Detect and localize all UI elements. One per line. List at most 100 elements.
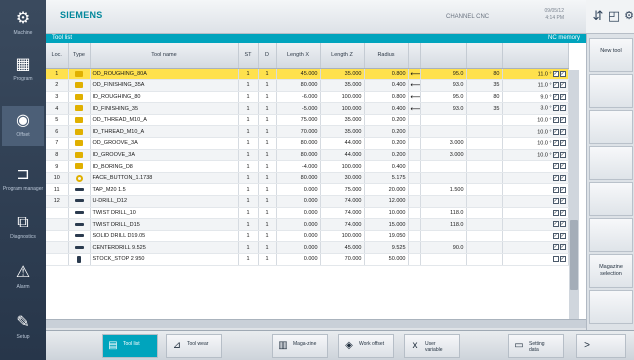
table-row[interactable]: CENTERDRILL 9.525 1 1 0.000 45.000 9.525 90.0 … <box>46 241 569 254</box>
column-header[interactable]: Tool name <box>90 43 239 69</box>
softkey-empty[interactable] <box>589 74 633 108</box>
coolant-2-checkbox[interactable]: ✓ <box>559 70 566 77</box>
coolant-1-checkbox[interactable]: ✓ <box>552 174 559 181</box>
table-row[interactable]: 12 U-DRILL_D12 1 1 0.000 74.000 12.000 ✓ ✓ <box>46 195 569 208</box>
coolant-1-checkbox[interactable]: ✓ <box>552 93 559 100</box>
softkey-label: Tool wear <box>187 341 209 347</box>
softkey-maga-zine[interactable]: ▥ Maga-zine <box>272 334 328 358</box>
softkey-empty[interactable] <box>589 146 633 180</box>
softkey-tool-wear[interactable]: ⊿ Tool wear <box>166 334 222 358</box>
table-row[interactable]: 10 FACE_BUTTON_1.1738 1 1 80.000 30.000 5.175 … <box>46 172 569 185</box>
coolant-1-checkbox[interactable]: ✓ <box>552 221 559 228</box>
channel-switch-icon[interactable]: ⇵ <box>590 6 606 26</box>
column-header[interactable]: Type <box>68 43 91 69</box>
sidebar-item-diagnostics[interactable]: ⧉ Diagnostics <box>2 208 44 248</box>
softkey-empty[interactable] <box>589 218 633 252</box>
coolant-1-checkbox[interactable]: ✓ <box>552 232 559 239</box>
coolant-1-checkbox[interactable]: ✓ <box>552 198 559 205</box>
coolant-2-checkbox[interactable]: ✓ <box>559 93 566 100</box>
coolant-2-checkbox[interactable]: ✓ <box>559 140 566 147</box>
table-row[interactable]: STOCK_STOP 2 950 1 1 0.000 70.000 50.000 ✓ <box>46 253 569 266</box>
column-header[interactable] <box>408 43 421 69</box>
coolant-2-checkbox[interactable]: ✓ <box>559 244 566 251</box>
coolant-2-checkbox[interactable]: ✓ <box>559 128 566 135</box>
coolant-1-checkbox[interactable]: ✓ <box>552 70 559 77</box>
sidebar-item-program[interactable]: ▦ Program <box>2 50 44 90</box>
column-header[interactable]: D <box>258 43 277 69</box>
table-row[interactable]: SOLID DRILL D19.05 1 1 0.000 100.000 19.050 ✓… <box>46 230 569 243</box>
coolant-2-checkbox[interactable]: ✓ <box>559 151 566 158</box>
coolant-2-checkbox[interactable]: ✓ <box>559 116 566 123</box>
settings-gear-icon[interactable]: ⚙ <box>621 6 634 26</box>
softkey-empty[interactable] <box>589 110 633 144</box>
type-cell <box>68 102 91 115</box>
table-row[interactable]: 3 ID_ROUGHING_80 1 1 -6.000 100.000 0.800 ⟵ 95.0… <box>46 91 569 104</box>
radius-cell: 0.400 <box>364 160 409 173</box>
table-row[interactable]: TWIST DRILL_D15 1 1 0.000 74.000 15.000 118.0 … <box>46 218 569 231</box>
table-row[interactable]: 8 ID_GROOVE_3A 1 1 80.000 44.000 0.200 3.000 10.… <box>46 149 569 162</box>
softkey-tool-list[interactable]: ▤ Tool list <box>102 334 158 358</box>
table-row[interactable]: TWIST DRILL_10 1 1 0.000 74.000 10.000 118.0 ✓… <box>46 207 569 220</box>
coolant-2-checkbox[interactable]: ✓ <box>559 82 566 89</box>
column-header[interactable] <box>420 43 467 69</box>
coolant-2-checkbox[interactable]: ✓ <box>559 232 566 239</box>
softkey-magazine-selection[interactable]: Magazine selection <box>589 254 633 288</box>
column-header[interactable]: Loc. <box>46 43 69 69</box>
type-cell <box>68 125 91 139</box>
softkey-next[interactable]: > <box>576 334 626 358</box>
radius-cell: 15.000 <box>364 218 409 231</box>
coolant-2-checkbox[interactable]: ✓ <box>559 105 566 112</box>
coolant-2-checkbox[interactable]: ✓ <box>559 256 566 263</box>
coolant-2-checkbox[interactable]: ✓ <box>559 186 566 193</box>
coolant-1-checkbox[interactable]: ✓ <box>552 244 559 251</box>
softkey-empty[interactable] <box>589 290 633 324</box>
sidebar-item-offset[interactable]: ◉ Offset <box>2 106 44 146</box>
sidebar-item-machine[interactable]: ⚙ Machine <box>2 4 44 44</box>
coolant-1-checkbox[interactable]: ✓ <box>552 163 559 170</box>
coolant-1-checkbox[interactable]: ✓ <box>552 209 559 216</box>
column-header[interactable]: Length X <box>276 43 321 69</box>
length-x-cell: 0.000 <box>276 195 321 208</box>
table-row[interactable]: 6 ID_THREAD_M10_A 1 1 70.000 35.000 0.200 10.0 … <box>46 125 569 139</box>
vertical-scrollbar[interactable] <box>569 70 579 319</box>
coolant-1-checkbox[interactable]: ✓ <box>552 82 559 89</box>
column-header[interactable]: Radius <box>364 43 409 69</box>
insert-angle-cell <box>466 207 503 220</box>
column-header[interactable] <box>502 43 569 69</box>
coolant-2-checkbox[interactable]: ✓ <box>559 174 566 181</box>
coolant-1-checkbox[interactable] <box>552 256 559 263</box>
column-header[interactable] <box>466 43 503 69</box>
table-row[interactable]: 2 OD_FINISHING_35A 1 1 80.000 35.000 0.400 ⟵ 93.… <box>46 79 569 92</box>
softkey-user-variable[interactable]: x User variable <box>404 334 460 358</box>
coolant-2-checkbox[interactable]: ✓ <box>559 198 566 205</box>
column-header[interactable]: Length Z <box>320 43 365 69</box>
softkey-empty[interactable] <box>589 182 633 216</box>
coolant-2-checkbox[interactable]: ✓ <box>559 163 566 170</box>
window-icon[interactable]: ◰ <box>606 6 622 26</box>
coolant-1-checkbox[interactable]: ✓ <box>552 105 559 112</box>
coolant-1-checkbox[interactable]: ✓ <box>552 116 559 123</box>
coolant-2-checkbox[interactable]: ✓ <box>559 221 566 228</box>
table-row[interactable]: 11 TAP_M20 1.5 1 1 0.000 75.000 20.000 1.500 ✓ ✓ <box>46 183 569 197</box>
coolant-1-checkbox[interactable]: ✓ <box>552 151 559 158</box>
tool-list-table-area: Loc. Type Tool name ST D Length X Length Z Radi… <box>46 43 586 319</box>
softkey-setting-data[interactable]: ▭ Setting data <box>508 334 564 358</box>
softkey-work-offset[interactable]: ◈ Work offset <box>338 334 394 358</box>
table-row[interactable]: 4 ID_FINISHING_35 1 1 -5.000 100.000 0.400 ⟵ 93.… <box>46 102 569 115</box>
softkey-new-tool[interactable]: New tool <box>589 38 633 72</box>
sidebar-item-program-manager[interactable]: ⊐ Program manager <box>2 160 44 200</box>
sidebar-item-setup[interactable]: ✎ Setup <box>2 308 44 348</box>
scrollbar-thumb[interactable] <box>570 220 578 290</box>
sidebar-item-alarm[interactable]: ⚠ Alarm <box>2 258 44 298</box>
coolant-1-checkbox[interactable]: ✓ <box>552 186 559 193</box>
table-row[interactable]: 5 OD_THREAD_M10_A 1 1 75.000 35.000 0.200 10.0 … <box>46 114 569 127</box>
edge-number-cell: 1 <box>258 183 277 197</box>
coolant-1-checkbox[interactable]: ✓ <box>552 128 559 135</box>
table-row[interactable]: 7 OD_GROOVE_3A 1 1 80.000 44.000 0.200 3.000 10.… <box>46 137 569 150</box>
table-row[interactable]: 1 OD_ROUGHING_80A 1 1 45.000 35.000 0.800 ⟵ 95.0… <box>46 68 569 81</box>
table-row[interactable]: 9 ID_BORING_D8 1 1 -4.000 100.000 0.400 ✓ ✓ <box>46 160 569 173</box>
coolant-1-checkbox[interactable]: ✓ <box>552 140 559 147</box>
column-header[interactable]: ST <box>238 43 259 69</box>
coolant-2-checkbox[interactable]: ✓ <box>559 209 566 216</box>
holder-angle-cell <box>420 172 467 185</box>
